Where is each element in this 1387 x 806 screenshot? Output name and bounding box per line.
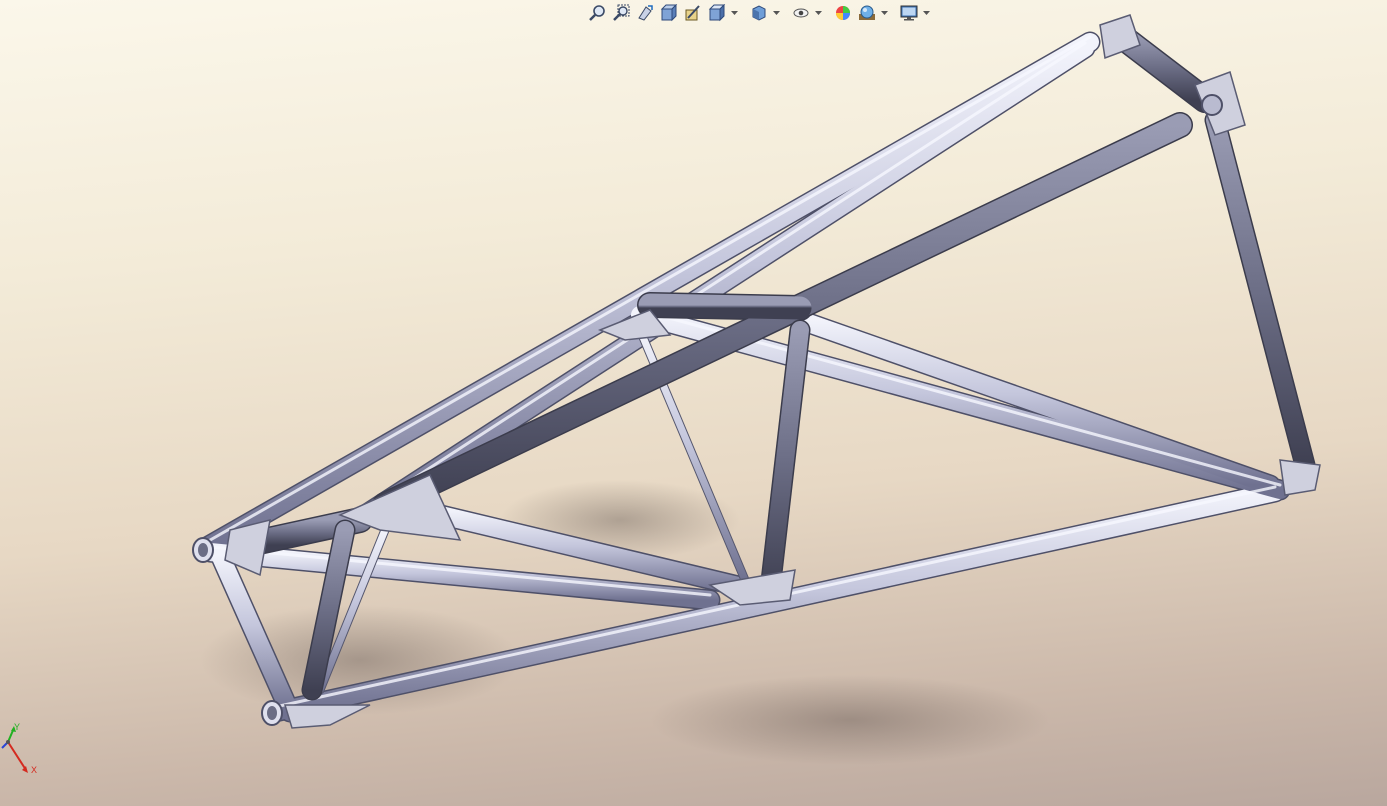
chevron-down-icon[interactable] <box>880 2 888 24</box>
chevron-down-icon[interactable] <box>772 2 780 24</box>
reference-triad: Y X <box>0 720 50 780</box>
chevron-down-icon[interactable] <box>922 2 930 24</box>
display-style-icon[interactable] <box>748 2 770 24</box>
triad-x-label: X <box>31 765 38 775</box>
zoom-to-area-icon[interactable] <box>610 2 632 24</box>
hide-show-items-icon[interactable] <box>790 2 812 24</box>
chevron-down-icon[interactable] <box>730 2 738 24</box>
view-settings-icon[interactable] <box>898 2 920 24</box>
graphics-viewport[interactable]: Y X <box>0 0 1387 806</box>
triad-y-label: Y <box>14 722 21 732</box>
section-view-icon[interactable] <box>658 2 680 24</box>
triad-axes-icon <box>1 726 28 773</box>
shadow <box>650 675 1050 765</box>
apply-scene-icon[interactable] <box>856 2 878 24</box>
dynamic-annotation-icon[interactable] <box>682 2 704 24</box>
previous-view-icon[interactable] <box>634 2 656 24</box>
view-orientation-icon[interactable] <box>706 2 728 24</box>
chevron-down-icon[interactable] <box>814 2 822 24</box>
zoom-to-fit-icon[interactable] <box>586 2 608 24</box>
edit-appearance-icon[interactable] <box>832 2 854 24</box>
truss-frame-model[interactable] <box>0 0 1387 806</box>
heads-up-view-toolbar <box>586 0 930 26</box>
